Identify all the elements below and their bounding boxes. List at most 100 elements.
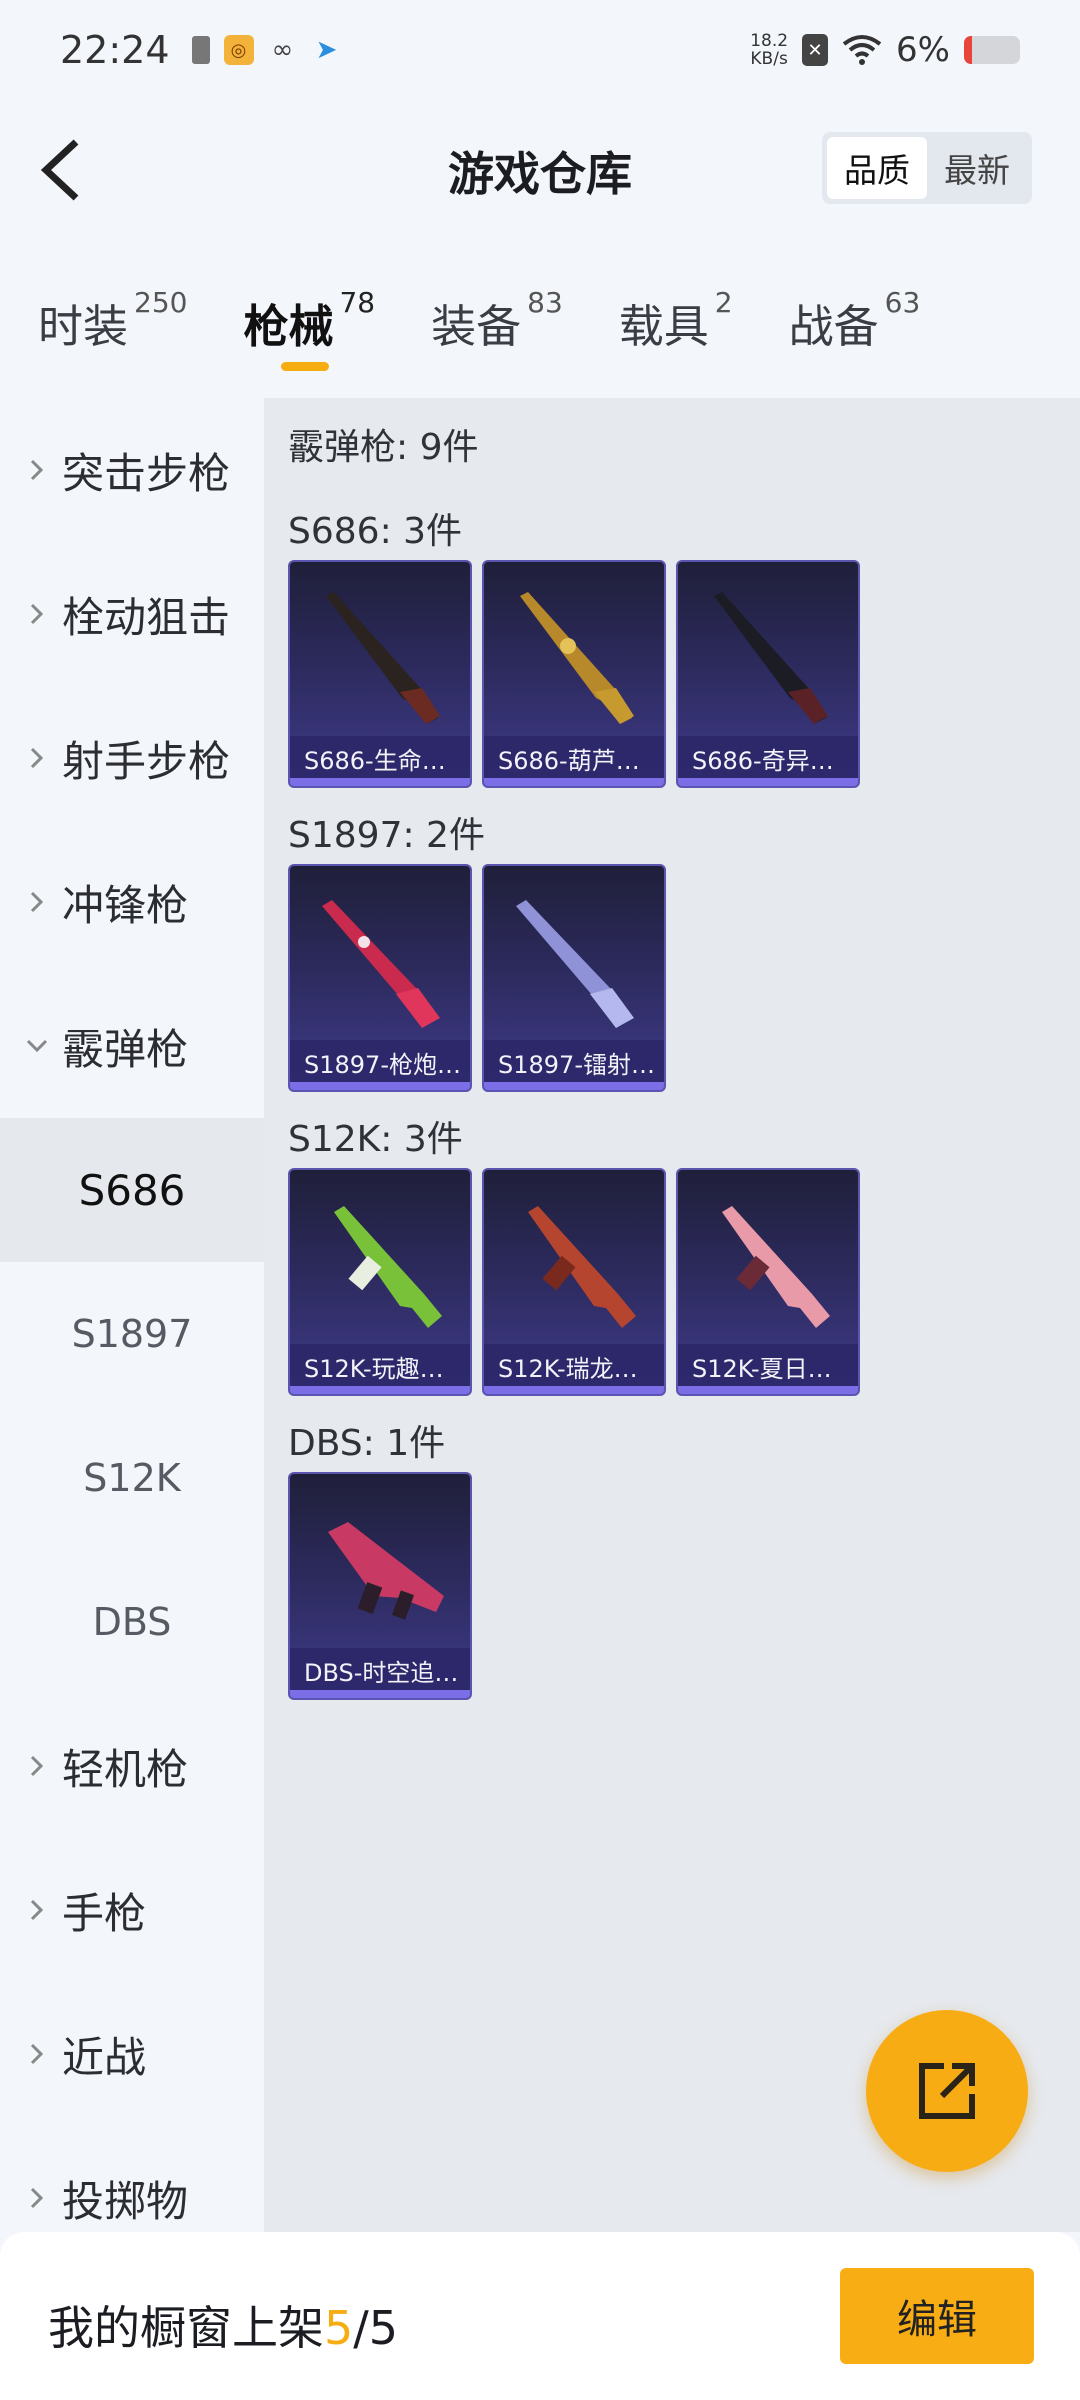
showcase-status: 我的橱窗上架5/5 <box>48 2292 398 2358</box>
item-name: S1897-枪炮… <box>304 1050 461 1079</box>
item-name: S12K-夏日… <box>692 1354 832 1383</box>
item-name: DBS-时空追… <box>304 1658 459 1687</box>
tab-fashion[interactable]: 时装 250 <box>38 270 187 380</box>
shotgun-skin-image <box>528 1206 636 1328</box>
sidebar-item-label: 射手步枪 <box>62 736 231 786</box>
sidebar-item-label: 投掷物 <box>62 2176 189 2226</box>
tab-count: 78 <box>339 286 376 319</box>
item-grid: S12K-玩趣… S12K-瑞龙… S12K-夏日… <box>288 1168 1080 1396</box>
tab-supplies[interactable]: 战备 63 <box>789 270 921 380</box>
sort-toggle: 品质 最新 <box>822 132 1032 204</box>
item-name: S1897-镭射… <box>498 1050 655 1079</box>
sidebar-subitem-s686[interactable]: S686 <box>0 1118 264 1262</box>
share-button[interactable] <box>866 2010 1028 2172</box>
item-label-bar: DBS-时空追… <box>290 1648 470 1692</box>
shotgun-skin-image <box>322 900 440 1028</box>
active-tab-indicator <box>281 362 330 371</box>
item-card[interactable]: S12K-瑞龙… <box>482 1168 666 1396</box>
wifi-icon <box>842 35 882 65</box>
tab-vehicles[interactable]: 载具 2 <box>619 270 733 380</box>
tab-label: 枪械 <box>243 300 334 353</box>
item-name: S686-葫芦… <box>498 746 640 775</box>
sidebar-item-label: 突击步枪 <box>62 448 231 498</box>
item-card[interactable]: S686-生命… <box>288 560 472 788</box>
shotgun-skin-image <box>334 1206 442 1328</box>
sidebar-item-label: 轻机枪 <box>62 1744 189 1794</box>
sidebar-item-marksman-rifle[interactable]: 射手步枪 <box>0 686 264 830</box>
item-name: S12K-瑞龙… <box>498 1354 638 1383</box>
link-icon: ∞ <box>271 35 294 65</box>
battery-icon <box>964 36 1020 64</box>
item-card[interactable]: S686-奇异… <box>676 560 860 788</box>
item-card[interactable]: S686-葫芦… <box>482 560 666 788</box>
group-header: S686: 3件 <box>288 511 463 552</box>
sidebar-item-label: 冲锋枪 <box>62 880 189 930</box>
sidebar-item-pistol[interactable]: 手枪 <box>0 1838 264 1982</box>
status-bar: 22:24 ◎ ∞ ➤ 18.2 KB/s ✕ 6% <box>0 0 1080 100</box>
app-notification-icon: ◎ <box>223 35 254 65</box>
network-speed-unit: KB/s <box>750 49 788 69</box>
shotgun-skin-image <box>714 592 828 724</box>
clock: 22:24 <box>60 28 170 72</box>
item-label-bar: S686-生命… <box>290 736 470 780</box>
sidebar-subitem-s1897[interactable]: S1897 <box>0 1262 264 1406</box>
sidebar-subitem-s12k[interactable]: S12K <box>0 1406 264 1550</box>
group-header: DBS: 1件 <box>288 1423 446 1464</box>
shotgun-skin-image <box>520 592 634 724</box>
sidebar-item-shotgun[interactable]: 霰弹枪 <box>0 974 264 1118</box>
item-label-bar: S1897-枪炮… <box>290 1040 470 1084</box>
tab-label: 时装 <box>38 300 129 353</box>
battery-fill <box>964 36 972 64</box>
rarity-strip <box>290 1690 470 1698</box>
header: 游戏仓库 品质 最新 <box>0 100 1080 240</box>
chevron-right-icon <box>24 601 50 627</box>
sidebar-subitem-dbs[interactable]: DBS <box>0 1550 264 1694</box>
item-card[interactable]: S12K-玩趣… <box>288 1168 472 1396</box>
tab-equipment[interactable]: 装备 83 <box>431 270 563 380</box>
showcase-separator: / <box>353 2301 369 2355</box>
tab-count: 250 <box>134 286 188 319</box>
item-name: S686-生命… <box>304 746 446 775</box>
chevron-down-icon <box>24 1033 50 1059</box>
external-link-icon <box>919 2063 975 2119</box>
tab-label: 载具 <box>618 300 709 353</box>
sidebar-item-melee[interactable]: 近战 <box>0 1982 264 2126</box>
item-card[interactable]: S12K-夏日… <box>676 1168 860 1396</box>
chevron-right-icon <box>24 1753 50 1779</box>
category-tabs: 时装 250 枪械 78 装备 83 载具 2 战备 63 <box>0 270 1080 380</box>
shotgun-skin-image <box>328 1522 444 1620</box>
item-card[interactable]: S1897-镭射… <box>482 864 666 1092</box>
item-label-bar: S12K-夏日… <box>678 1344 858 1388</box>
no-sim-icon: ✕ <box>802 34 829 66</box>
item-label-bar: S12K-玩趣… <box>290 1344 470 1388</box>
edit-button[interactable]: 编辑 <box>840 2268 1034 2364</box>
category-count: 霰弹枪: 9件 <box>288 427 479 468</box>
rarity-strip <box>484 1082 664 1090</box>
sidebar-item-assault-rifle[interactable]: 突击步枪 <box>0 398 264 542</box>
sidebar-item-bolt-sniper[interactable]: 栓动狙击 <box>0 542 264 686</box>
showcase-current-count: 5 <box>324 2301 354 2355</box>
chevron-right-icon <box>24 1897 50 1923</box>
sidebar-item-label: 手枪 <box>62 1888 147 1938</box>
showcase-bar: 我的橱窗上架5/5 编辑 <box>0 2232 1080 2400</box>
tab-count: 63 <box>884 286 921 319</box>
chevron-right-icon <box>24 745 50 771</box>
shotgun-skin-image <box>722 1206 830 1328</box>
sidebar-item-lmg[interactable]: 轻机枪 <box>0 1694 264 1838</box>
item-name: S12K-玩趣… <box>304 1354 444 1383</box>
item-list: 霰弹枪: 9件 S686: 3件 S686-生命… S686-葫芦… S686-… <box>264 398 1080 2232</box>
rarity-strip <box>290 778 470 786</box>
weapon-category-sidebar: 突击步枪 栓动狙击 射手步枪 冲锋枪 霰弹枪 S686 S1897 S12K D… <box>0 398 264 2232</box>
sort-option-quality[interactable]: 品质 <box>827 137 927 199</box>
sort-option-newest[interactable]: 最新 <box>927 137 1027 199</box>
item-label-bar: S12K-瑞龙… <box>484 1344 664 1388</box>
battery-percent: 6% <box>896 30 950 70</box>
item-card[interactable]: S1897-枪炮… <box>288 864 472 1092</box>
rarity-strip <box>290 1082 470 1090</box>
item-card[interactable]: DBS-时空追… <box>288 1472 472 1700</box>
sidebar-item-smg[interactable]: 冲锋枪 <box>0 830 264 974</box>
rarity-strip <box>484 1386 664 1394</box>
chevron-right-icon <box>24 457 50 483</box>
tab-firearms[interactable]: 枪械 78 <box>243 270 375 380</box>
showcase-label: 我的橱窗上架 <box>48 2301 324 2355</box>
